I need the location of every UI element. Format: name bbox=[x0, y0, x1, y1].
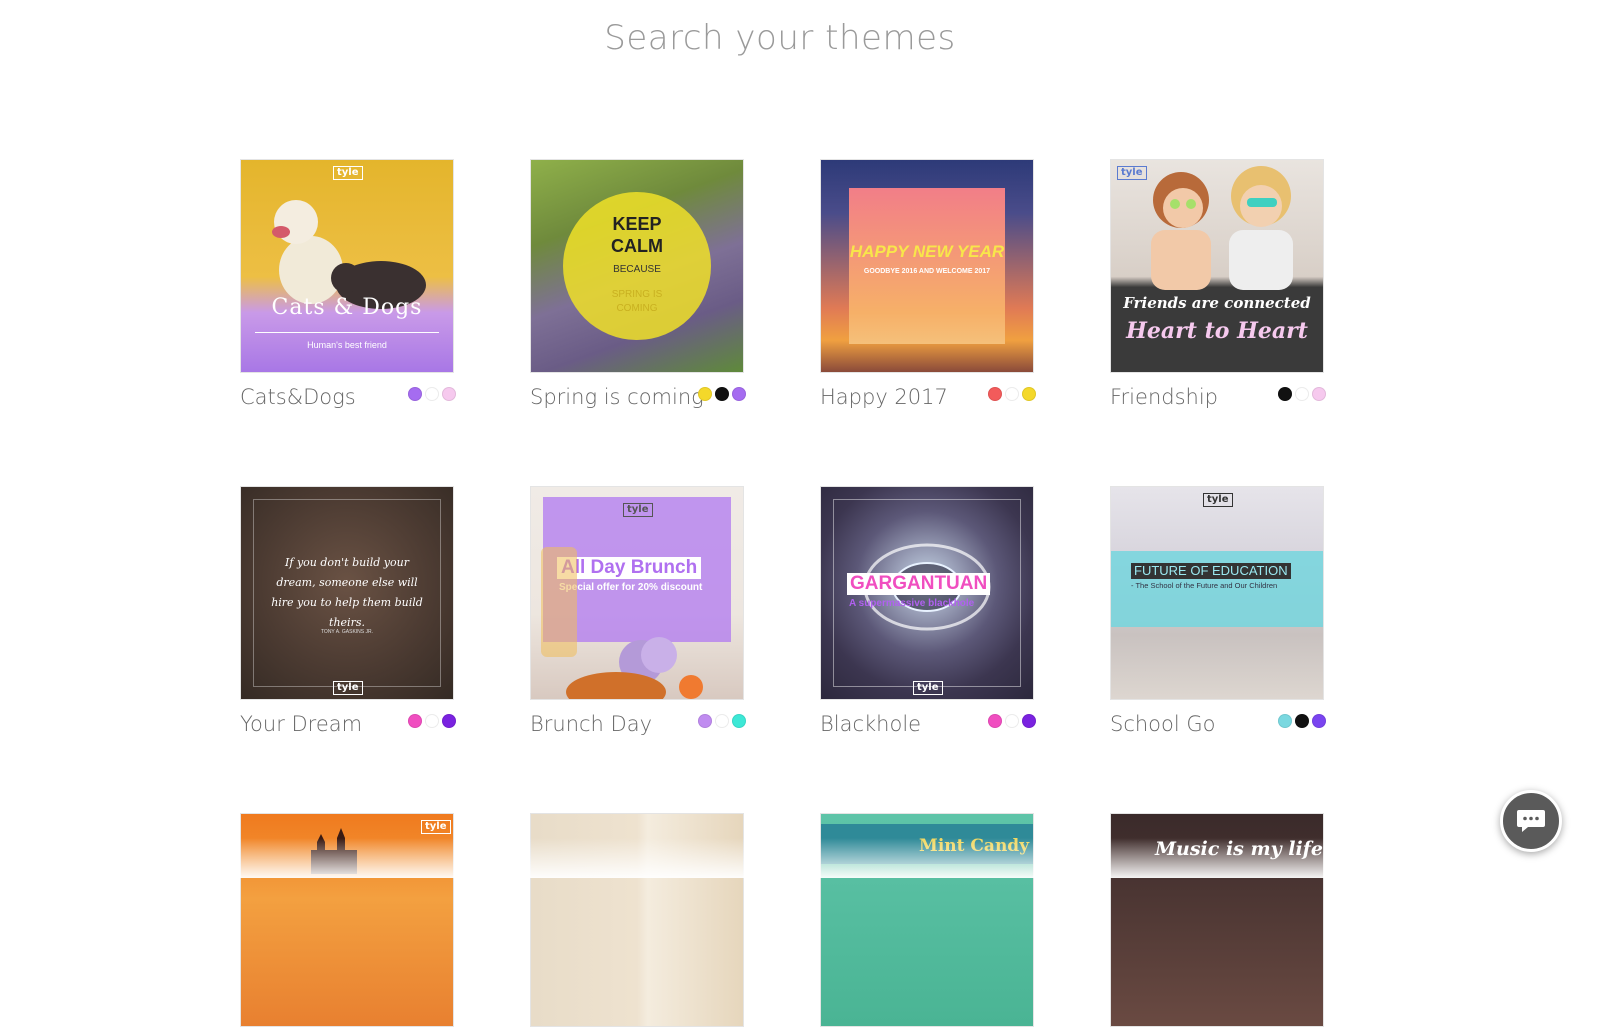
theme-title: FUTURE OF EDUCATION bbox=[1131, 563, 1291, 579]
page-title: Search your themes bbox=[604, 18, 956, 58]
color-swatch bbox=[408, 714, 422, 728]
color-swatch bbox=[1005, 387, 1019, 401]
theme-title: GARGANTUAN bbox=[847, 573, 991, 595]
color-swatches bbox=[405, 387, 456, 401]
poster-card bbox=[849, 188, 1005, 344]
tyle-logo: tyle bbox=[333, 681, 363, 695]
color-swatch bbox=[1312, 714, 1326, 728]
theme-card-brunch-day[interactable]: tyle All Day Brunch Special offer for 20… bbox=[530, 486, 746, 742]
color-swatches bbox=[405, 714, 456, 728]
theme-card-mint-candy[interactable]: Mint Candy bbox=[820, 813, 1036, 1027]
theme-thumbnail[interactable]: tyle bbox=[240, 813, 454, 1027]
color-swatch bbox=[442, 387, 456, 401]
theme-subtitle: - The School of the Future and Our Child… bbox=[1131, 581, 1278, 590]
color-swatches bbox=[695, 714, 746, 728]
theme-subtitle: A supermassive blackhole bbox=[849, 598, 975, 609]
theme-name: School Go bbox=[1110, 712, 1216, 736]
color-swatches bbox=[1275, 714, 1326, 728]
color-swatch bbox=[715, 714, 729, 728]
theme-thumbnail[interactable]: HAPPY NEW YEAR GOODBYE 2016 AND WELCOME … bbox=[820, 159, 1034, 373]
theme-name: Blackhole bbox=[820, 712, 922, 736]
theme-card-happy-2017[interactable]: HAPPY NEW YEAR GOODBYE 2016 AND WELCOME … bbox=[820, 159, 1036, 415]
theme-name: Cats&Dogs bbox=[240, 385, 356, 409]
theme-thumbnail[interactable]: tyle Cats & Dogs Human's best friend bbox=[240, 159, 454, 373]
color-swatches bbox=[985, 387, 1036, 401]
theme-thumbnail[interactable]: tyle All Day Brunch Special offer for 20… bbox=[530, 486, 744, 700]
color-swatch bbox=[425, 387, 439, 401]
theme-quote: If you don't build your dream, someone e… bbox=[271, 556, 423, 629]
theme-card-music[interactable]: Music is my life bbox=[1110, 813, 1326, 1027]
color-swatch bbox=[1005, 714, 1019, 728]
color-swatch bbox=[988, 714, 1002, 728]
color-swatches bbox=[695, 387, 746, 401]
theme-text: BECAUSE bbox=[613, 264, 661, 275]
theme-subtitle: GOODBYE 2016 AND WELCOME 2017 bbox=[863, 268, 991, 275]
divider bbox=[255, 332, 439, 333]
theme-title: HAPPY NEW YEAR bbox=[849, 242, 1005, 261]
theme-title: KEEP bbox=[612, 214, 662, 234]
color-swatch bbox=[1312, 387, 1326, 401]
brunch-photo bbox=[541, 547, 703, 699]
color-swatch bbox=[732, 714, 746, 728]
tyle-logo: tyle bbox=[1203, 493, 1233, 507]
theme-title: Cats & Dogs bbox=[271, 295, 423, 320]
theme-thumbnail[interactable]: GARGANTUAN A supermassive blackhole tyle bbox=[820, 486, 1034, 700]
color-swatch bbox=[425, 714, 439, 728]
theme-card-castle[interactable]: tyle bbox=[240, 813, 456, 1027]
theme-thumbnail[interactable] bbox=[530, 813, 744, 1027]
theme-name: Brunch Day bbox=[530, 712, 653, 736]
theme-thumbnail[interactable]: If you don't build your dream, someone e… bbox=[240, 486, 454, 700]
color-swatch bbox=[408, 387, 422, 401]
chat-bubble-icon bbox=[1517, 810, 1545, 832]
color-swatch bbox=[698, 387, 712, 401]
theme-thumbnail[interactable]: Music is my life bbox=[1110, 813, 1324, 1027]
theme-thumbnail[interactable]: Mint Candy bbox=[820, 813, 1034, 1027]
color-swatch bbox=[1022, 714, 1036, 728]
color-swatches bbox=[1275, 387, 1326, 401]
castle-silhouette bbox=[311, 828, 357, 874]
theme-name: Your Dream bbox=[240, 712, 363, 736]
theme-name: Friendship bbox=[1110, 385, 1218, 409]
color-swatch bbox=[732, 387, 746, 401]
chat-button[interactable] bbox=[1500, 790, 1562, 852]
tyle-logo: tyle bbox=[913, 681, 943, 695]
theme-thumbnail[interactable]: tyle FUTURE OF EDUCATION - The School of… bbox=[1110, 486, 1324, 700]
theme-card-friendship[interactable]: tyle Friends are connected Heart to Hear… bbox=[1110, 159, 1326, 415]
friends-photo bbox=[1151, 166, 1293, 290]
theme-card-school-go[interactable]: tyle FUTURE OF EDUCATION - The School of… bbox=[1110, 486, 1326, 742]
theme-card-cream[interactable] bbox=[530, 813, 746, 1027]
theme-subtitle: Human's best friend bbox=[307, 340, 387, 350]
theme-title: CALM bbox=[611, 236, 663, 256]
theme-card-your-dream[interactable]: If you don't build your dream, someone e… bbox=[240, 486, 456, 742]
theme-card-blackhole[interactable]: GARGANTUAN A supermassive blackhole tyle… bbox=[820, 486, 1036, 742]
theme-name: Spring is coming bbox=[530, 385, 704, 409]
theme-card-spring[interactable]: KEEP CALM BECAUSE SPRING IS COMING Sprin… bbox=[530, 159, 746, 415]
color-swatch bbox=[698, 714, 712, 728]
theme-title: Friends are connected bbox=[1123, 294, 1311, 312]
color-swatches bbox=[985, 714, 1036, 728]
theme-title: Music is my life bbox=[1155, 838, 1323, 860]
theme-subtitle: Heart to Heart bbox=[1126, 318, 1308, 344]
color-swatch bbox=[715, 387, 729, 401]
theme-thumbnail[interactable]: KEEP CALM BECAUSE SPRING IS COMING bbox=[530, 159, 744, 373]
theme-name: Happy 2017 bbox=[820, 385, 948, 409]
color-swatch bbox=[1278, 714, 1292, 728]
color-swatch bbox=[1022, 387, 1036, 401]
theme-title: Mint Candy bbox=[919, 836, 1030, 856]
color-swatch bbox=[1295, 714, 1309, 728]
theme-subtitle: SPRING IS COMING bbox=[611, 289, 663, 314]
theme-thumbnail[interactable]: tyle Friends are connected Heart to Hear… bbox=[1110, 159, 1324, 373]
theme-card-cats-dogs[interactable]: tyle Cats & Dogs Human's best friend Cat… bbox=[240, 159, 456, 415]
color-swatch bbox=[442, 714, 456, 728]
color-swatch bbox=[1278, 387, 1292, 401]
color-swatch bbox=[988, 387, 1002, 401]
color-swatch bbox=[1295, 387, 1309, 401]
quote-author: TONY A. GASKINS JR. bbox=[320, 629, 374, 635]
